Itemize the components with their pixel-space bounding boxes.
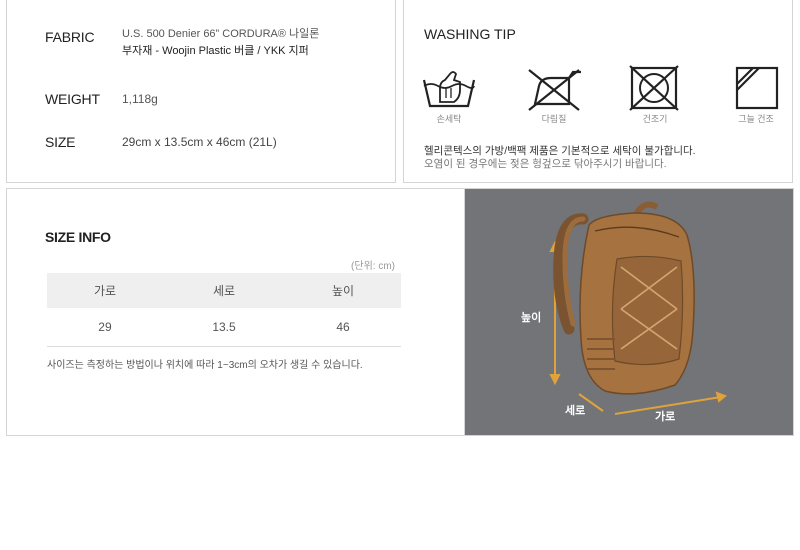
- width-dimension-label: 가로: [655, 411, 676, 423]
- size-info-note: 사이즈는 측정하는 방법이나 위치에 따라 1~3cm의 오차가 생길 수 있습…: [47, 360, 363, 371]
- size-table: 가로 세로 높이 29 13.5 46: [47, 273, 401, 347]
- no-iron-icon: [528, 69, 581, 111]
- hand-wash-caption: 손세탁: [436, 114, 462, 124]
- no-tumble-dry-icon: [629, 65, 679, 111]
- weight-value: 1,118g: [122, 92, 158, 106]
- shade-dry-caption: 그늘 건조: [738, 114, 774, 124]
- fabric-value-line2: 부자재 - Woojin Plastic 버클 / YKK 지퍼: [122, 45, 309, 57]
- depth-dimension-label: 세로: [565, 405, 586, 417]
- value-width: 29: [47, 308, 163, 347]
- height-dimension-label: 높이: [521, 312, 542, 324]
- no-tumble-dry-caption: 건조기: [642, 114, 668, 124]
- size-label: SIZE: [45, 134, 76, 150]
- hand-wash-icon: [422, 71, 476, 108]
- no-iron-caption: 다림질: [541, 114, 567, 124]
- size-info-panel: SIZE INFO (단위: cm) 가로 세로 높이 29 13.5 46 사…: [6, 188, 464, 436]
- backpack-illustration: [549, 201, 727, 415]
- size-value: 29cm x 13.5cm x 46cm (21L): [122, 135, 277, 149]
- header-depth: 세로: [162, 273, 286, 308]
- value-depth: 13.5: [162, 308, 286, 347]
- value-height: 46: [285, 308, 401, 347]
- washing-panel: WASHING TIP 손세탁 다림질 건조기 그늘 건조 헬리콘텍스의 가방/…: [403, 0, 793, 183]
- fabric-value-line1: U.S. 500 Denier 66” CORDURA® 나일론: [122, 28, 320, 40]
- shade-dry-icon: [735, 66, 779, 110]
- spec-panel: FABRIC U.S. 500 Denier 66” CORDURA® 나일론 …: [6, 0, 396, 183]
- weight-label: WEIGHT: [45, 91, 100, 107]
- washing-title: WASHING TIP: [424, 26, 516, 42]
- washing-note-line2: 오염이 된 경우에는 젖은 헝겊으로 닦아주시기 바랍니다.: [424, 158, 667, 170]
- unit-label: (단위: cm): [351, 261, 395, 272]
- fabric-label: FABRIC: [45, 29, 95, 45]
- header-width: 가로: [47, 273, 163, 308]
- size-info-title: SIZE INFO: [45, 229, 111, 245]
- size-table-header-row: 가로 세로 높이: [47, 273, 401, 308]
- header-height: 높이: [285, 273, 401, 308]
- backpack-photo-panel: 높이 세로 가로: [464, 188, 794, 436]
- size-table-row: 29 13.5 46: [47, 308, 401, 347]
